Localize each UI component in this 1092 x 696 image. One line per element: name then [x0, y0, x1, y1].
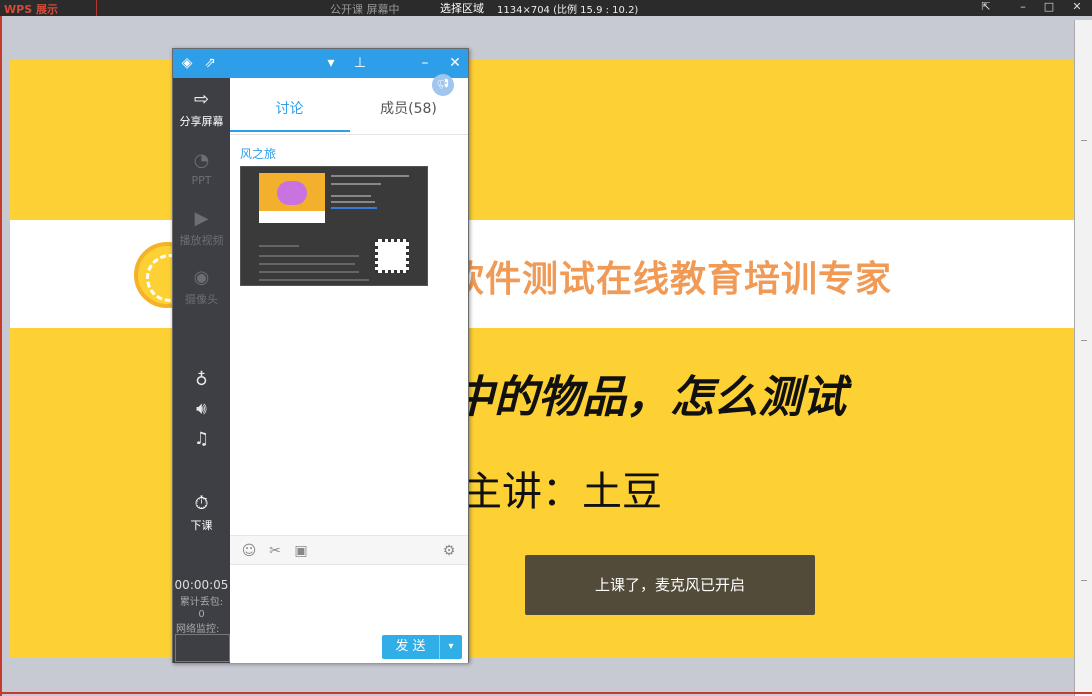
image-text-line [331, 201, 375, 203]
close-icon[interactable]: ✕ [1066, 0, 1088, 15]
selection-border-left [0, 16, 2, 696]
share-screen-icon: ⇨ [193, 89, 210, 110]
sidebar-item-label: 分享屏幕 [179, 115, 224, 128]
image-text-line [259, 279, 369, 281]
message-sender: 风之旅 [240, 147, 277, 161]
minimize-icon[interactable]: – [416, 54, 434, 72]
share-out-icon[interactable]: ⇗ [201, 54, 219, 72]
slide-slogan: 软件测试在线教育培训专家 [448, 259, 893, 300]
cube-logo-icon: ◈ [181, 55, 193, 71]
image-link-line [331, 207, 377, 209]
tab-divider [230, 134, 468, 135]
scroll-tick [1081, 580, 1087, 581]
tab-discuss[interactable]: 讨论 [230, 98, 349, 118]
packet-loss: 累计丢包: 0 [173, 597, 230, 621]
send-options-dropdown[interactable]: ▾ [439, 635, 462, 659]
message-image[interactable] [240, 166, 428, 286]
app-title: WPS 展示 [4, 3, 58, 16]
sidebar-item-ppt[interactable]: ◔ PPT [173, 150, 230, 187]
active-tab-indicator [230, 130, 350, 132]
ppt-icon: ◔ [193, 150, 210, 171]
qr-code-image [375, 239, 409, 273]
sidebar-item-share-screen[interactable]: ⇨ 分享屏幕 [173, 89, 230, 129]
packet-loss-value: 0 [198, 609, 205, 620]
sidebar-item-label: 播放视频 [179, 234, 224, 247]
class-timer: 00:00:05 [174, 578, 229, 592]
video-icon: ▶ [194, 208, 209, 229]
title-middle-text: 公开课 屏幕中 [330, 3, 400, 16]
classroom-panel: ◈ ⇗ ▾ ⊥ – ✕ ⇨ 分享屏幕 ◔ PPT ▶ 播放视频 ◉ 摄像头 ♁ … [172, 48, 469, 663]
panel-header[interactable]: ◈ ⇗ ▾ ⊥ – ✕ [173, 49, 468, 78]
speaker-icon[interactable]: 🔊︎ [173, 399, 230, 419]
image-text-line [259, 245, 299, 247]
chat-toolbar: ☺ ✂ ▣ ⚙ [230, 535, 468, 565]
tab-members[interactable]: 成员(58) [349, 98, 468, 118]
send-button[interactable]: 发 送 [382, 635, 439, 659]
slide-speaker: 主讲：土豆 [462, 469, 662, 515]
camera-icon: ◉ [193, 267, 210, 288]
image-text-line [331, 175, 409, 177]
end-class-label: 下课 [190, 519, 213, 532]
image-text-line [259, 255, 359, 257]
microphone-icon[interactable]: ♁ [173, 370, 230, 390]
end-class-button[interactable]: ⏱︎ 下课 [173, 493, 230, 533]
close-icon[interactable]: ✕ [446, 54, 464, 72]
image-text-line [331, 195, 371, 197]
scissors-icon[interactable]: ✂ [266, 542, 284, 560]
image-icon[interactable]: ▣ [292, 542, 310, 560]
presentation-slide: 软件测试在线教育培训专家 中的物品，怎么测试 主讲：土豆 上课了，麦克风已开启 [10, 59, 1074, 658]
pin-icon[interactable]: ⊥ [351, 54, 369, 72]
chat-area: 📢︎ 讨论 成员(58) 风之旅 ☺ ✂ ▣ ⚙ 发 送 ▾ [230, 74, 468, 663]
image-text-line [259, 263, 355, 265]
panel-sidebar: ⇨ 分享屏幕 ◔ PPT ▶ 播放视频 ◉ 摄像头 ♁ 🔊︎ ♫ ⏱︎ 下课 0… [173, 78, 230, 663]
scroll-tick [1081, 140, 1087, 141]
app-tab[interactable]: WPS 展示 [0, 0, 97, 16]
music-icon[interactable]: ♫ [173, 429, 230, 449]
emoji-icon[interactable]: ☺ [240, 542, 258, 560]
slide-headline: 中的物品，怎么测试 [450, 372, 846, 423]
selection-border-bottom [0, 692, 1092, 694]
title-bar: WPS 展示 公开课 屏幕中 选择区域 1134×704 (比例 15.9 : … [0, 0, 1092, 16]
region-label: 选择区域 [440, 2, 484, 15]
image-text-line [259, 271, 359, 273]
image-text-line [331, 183, 381, 185]
sidebar-item-label: PPT [191, 174, 212, 187]
settings-gear-icon[interactable]: ⚙ [440, 542, 458, 560]
right-scroll-strip[interactable] [1074, 20, 1092, 696]
mic-toast: 上课了，麦克风已开启 [525, 555, 815, 615]
region-info: 1134×704 (比例 15.9 : 10.2) [497, 5, 639, 16]
image-ad-bar [259, 211, 325, 223]
dropdown-icon[interactable]: ▾ [322, 54, 340, 72]
announcement-icon[interactable]: 📢︎ [432, 74, 454, 96]
network-monitor-label: 网络监控: [176, 624, 220, 635]
packet-loss-label: 累计丢包: [179, 597, 224, 608]
minimize-icon[interactable]: – [1012, 0, 1034, 15]
restore-icon[interactable]: ⇱ [975, 0, 997, 15]
maximize-icon[interactable]: □ [1038, 0, 1060, 15]
image-ad-badge [277, 181, 307, 205]
timer-icon: ⏱︎ [194, 493, 209, 514]
sidebar-item-camera[interactable]: ◉ 摄像头 [173, 267, 230, 307]
scroll-tick [1081, 340, 1087, 341]
network-monitor-box [175, 634, 230, 662]
sidebar-item-label: 摄像头 [185, 293, 218, 306]
sidebar-item-video[interactable]: ▶ 播放视频 [173, 208, 230, 248]
